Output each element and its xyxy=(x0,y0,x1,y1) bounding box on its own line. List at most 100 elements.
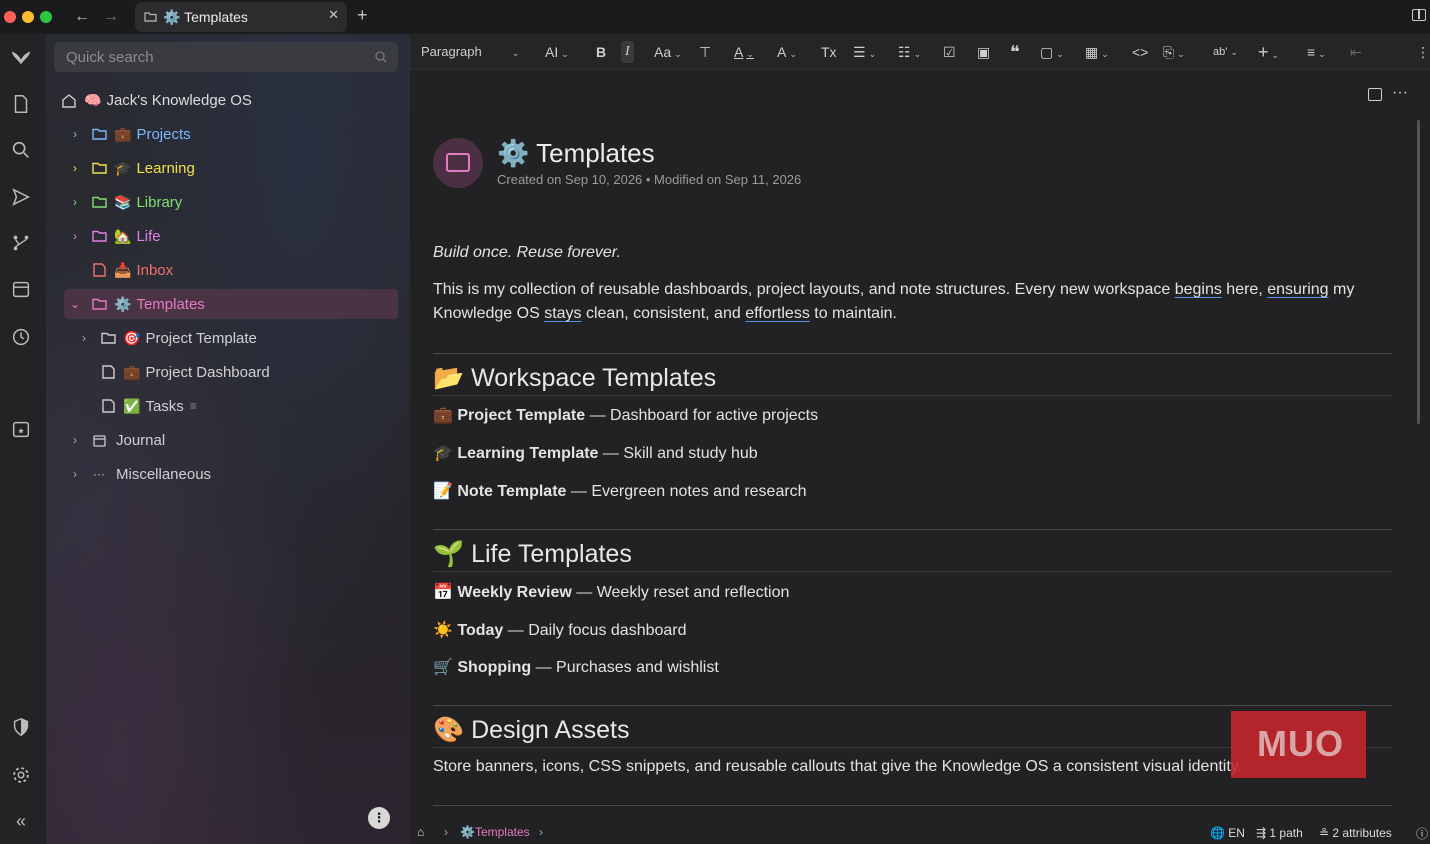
tree-item-project-dashboard[interactable]: 💼 Project Dashboard xyxy=(77,357,270,387)
today-icon[interactable] xyxy=(10,418,32,440)
design-assets-text: Store banners, icons, CSS snippets, and … xyxy=(433,758,1243,775)
tree-item-miscellaneous[interactable]: › ··· Miscellaneous xyxy=(68,459,211,489)
tab-title: ⚙️ Templates xyxy=(163,9,248,25)
format-painter-icon[interactable]: ⊤ xyxy=(699,41,711,63)
layout-toggle-icon[interactable] xyxy=(1412,9,1426,21)
tree-item-journal[interactable]: › Journal xyxy=(68,425,165,455)
breadcrumb-chevron-icon[interactable]: › xyxy=(539,825,543,839)
divider xyxy=(433,805,1392,806)
note-title[interactable]: ⚙️ Templates xyxy=(497,138,655,169)
chevron-right-icon[interactable]: › xyxy=(68,467,82,481)
jump-to-icon[interactable] xyxy=(10,186,32,208)
clear-formatting-icon[interactable]: Tx xyxy=(821,41,837,63)
sidebar-more-button[interactable]: ⋮ xyxy=(368,807,390,829)
tree-root-knowledge-os[interactable]: 🧠 Jack's Knowledge OS xyxy=(60,85,252,115)
breadcrumb-templates[interactable]: ⚙️Templates xyxy=(460,825,530,839)
tree-item-learning[interactable]: › 🎓 Learning xyxy=(68,153,195,183)
attributes-indicator[interactable]: ≗ 2 attributes xyxy=(1319,826,1392,840)
code-icon[interactable]: <> xyxy=(1132,41,1148,63)
tree-item-projects[interactable]: › 💼 Projects xyxy=(68,119,191,149)
app-logo-icon[interactable] xyxy=(10,46,32,68)
inbox-tray-emoji-icon: 📥 xyxy=(114,261,132,278)
chevron-right-icon[interactable]: › xyxy=(68,195,82,209)
bulleted-list-icon[interactable]: ☰ ⌄ xyxy=(853,41,876,63)
split-view-icon[interactable] xyxy=(1368,88,1382,101)
block-type-dropdown[interactable]: Paragraph ⌄ xyxy=(421,41,519,63)
tree-item-templates[interactable]: ⌄ ⚙️ Templates xyxy=(64,289,398,319)
italic-icon[interactable]: I xyxy=(621,41,634,63)
quick-search[interactable] xyxy=(54,42,398,72)
heading-underline xyxy=(433,395,1392,396)
divider xyxy=(433,529,1392,530)
close-tab-icon[interactable]: ✕ xyxy=(328,7,339,23)
back-arrow-icon[interactable]: ← xyxy=(71,6,93,28)
font-size-icon[interactable]: AI ⌄ xyxy=(545,41,569,63)
info-icon[interactable]: ⓘ xyxy=(1416,825,1428,842)
language-indicator[interactable]: 🌐 EN xyxy=(1210,826,1245,840)
text-case-icon[interactable]: Aa ⌄ xyxy=(654,41,682,63)
note-tree-sidebar: 🧠 Jack's Knowledge OS › 💼 Projects › 🎓 L… xyxy=(46,34,410,844)
code-block-icon[interactable]: ⎘ ⌄ xyxy=(1163,41,1185,63)
zoom-window-button[interactable] xyxy=(40,11,52,23)
chevron-right-icon[interactable]: › xyxy=(68,229,82,243)
outdent-icon[interactable]: ⇤ xyxy=(1350,41,1362,63)
tree-item-life[interactable]: › 🏡 Life xyxy=(68,221,161,251)
tree-item-project-template[interactable]: › 🎯 Project Template xyxy=(77,323,257,353)
paths-indicator[interactable]: ⇶ 1 path xyxy=(1256,826,1303,840)
chevron-right-icon[interactable]: › xyxy=(77,331,91,345)
background-color-icon[interactable]: A ⌄ xyxy=(777,41,797,63)
home-icon xyxy=(60,93,78,108)
list-item: ☀️ Today — Daily focus dashboard xyxy=(433,622,687,639)
list-item: 📅 Weekly Review — Weekly reset and refle… xyxy=(433,584,790,601)
settings-gear-icon[interactable] xyxy=(10,764,32,786)
insert-table-icon[interactable]: ▦ ⌄ xyxy=(1085,41,1109,63)
briefcase-emoji-icon: 💼 xyxy=(114,125,132,142)
note-folder-icon[interactable] xyxy=(433,138,483,188)
note-map-icon[interactable] xyxy=(10,232,32,254)
note-icon xyxy=(90,263,108,277)
numbered-list-icon[interactable]: ☷ ⌄ xyxy=(898,41,921,63)
tab-templates[interactable]: ⚙️ Templates ✕ xyxy=(135,2,347,32)
alignment-icon[interactable]: ≡ ⌄ xyxy=(1307,41,1326,63)
tree-item-label: Miscellaneous xyxy=(116,465,212,483)
chevron-right-icon[interactable]: › xyxy=(68,127,82,141)
collapse-sidebar-icon[interactable]: « xyxy=(10,811,32,833)
list-item: 💼 Project Template — Dashboard for activ… xyxy=(433,407,819,424)
folder-icon xyxy=(144,12,157,22)
special-characters-icon[interactable]: ab' ⌄ xyxy=(1213,41,1238,63)
insert-plus-icon[interactable]: + ⌄ xyxy=(1258,41,1279,63)
more-actions-icon[interactable]: ··· xyxy=(1392,84,1408,102)
heading-workspace-templates: 📂 Workspace Templates xyxy=(433,364,717,392)
calendar-icon[interactable] xyxy=(10,278,32,300)
insert-image-icon[interactable]: ▣ xyxy=(977,41,990,63)
minimize-window-button[interactable] xyxy=(22,11,34,23)
chevron-right-icon[interactable]: › xyxy=(68,161,82,175)
folder-icon xyxy=(90,230,108,242)
block-quote-icon[interactable]: ❝ xyxy=(1010,41,1020,63)
toolbar-more-icon[interactable]: ⋮ xyxy=(1416,41,1430,63)
chevron-right-icon[interactable]: › xyxy=(68,433,82,447)
new-tab-button[interactable]: + xyxy=(357,5,368,26)
briefcase-emoji-icon: 💼 xyxy=(123,363,141,380)
divider xyxy=(433,705,1392,706)
tree-item-tasks[interactable]: ✅ Tasks ≡ xyxy=(77,391,197,421)
home-icon[interactable]: ⌂ xyxy=(417,825,424,839)
graduation-cap-emoji-icon: 🎓 xyxy=(114,159,132,176)
brain-emoji-icon: 🧠 xyxy=(84,91,102,108)
font-color-icon[interactable]: A ⌄ xyxy=(734,41,754,63)
tree-item-library[interactable]: › 📚 Library xyxy=(68,187,182,217)
quick-search-input[interactable] xyxy=(54,42,374,72)
todo-list-icon[interactable]: ☑ xyxy=(943,41,956,63)
chevron-down-icon[interactable]: ⌄ xyxy=(68,297,82,311)
new-note-icon[interactable] xyxy=(10,93,32,115)
history-icon[interactable] xyxy=(10,326,32,348)
bold-icon[interactable]: B xyxy=(596,41,606,63)
forward-arrow-icon[interactable]: → xyxy=(100,6,122,28)
search-icon[interactable] xyxy=(10,139,32,161)
tree-item-label: Life xyxy=(136,227,161,245)
editor-scrollbar[interactable] xyxy=(1417,120,1420,424)
tree-item-inbox[interactable]: 📥 Inbox xyxy=(68,255,173,285)
protected-session-icon[interactable] xyxy=(10,716,32,738)
admonition-icon[interactable]: ▢ ⌄ xyxy=(1040,41,1064,63)
close-window-button[interactable] xyxy=(4,11,16,23)
